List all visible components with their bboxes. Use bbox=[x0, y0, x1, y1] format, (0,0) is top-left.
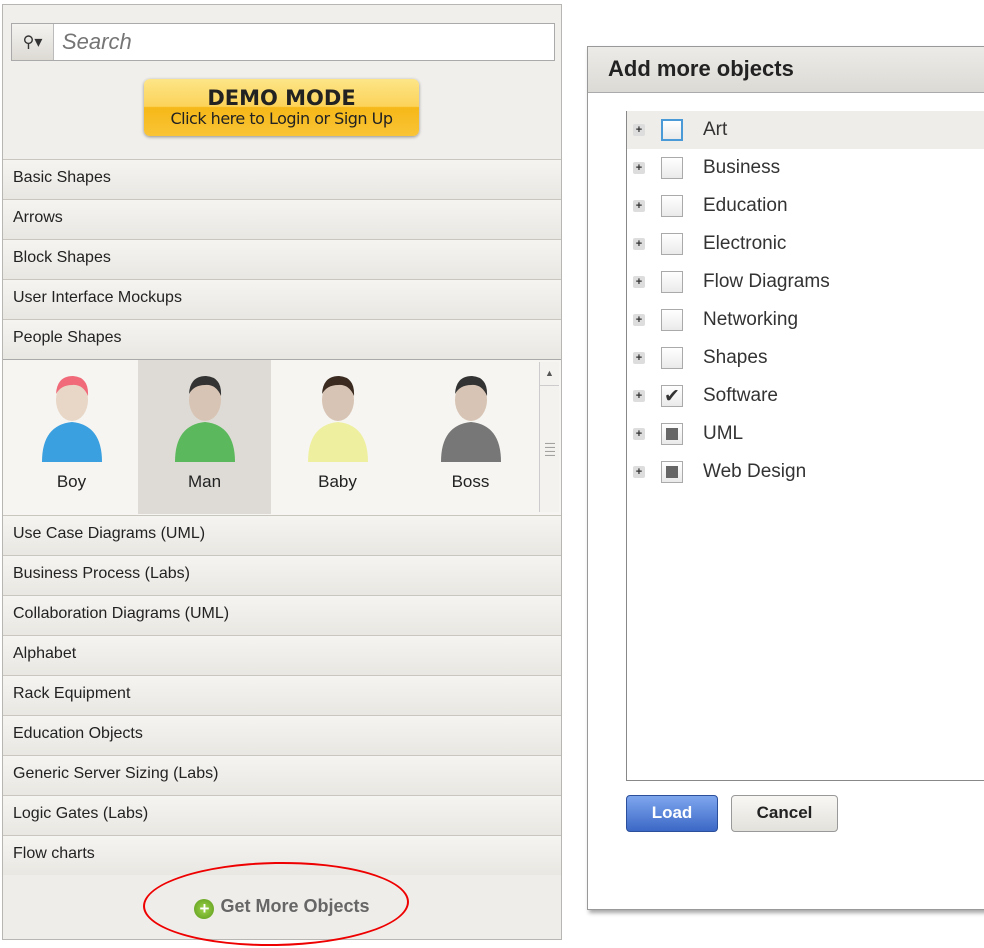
man-person-icon bbox=[174, 376, 235, 462]
baby-person-icon bbox=[307, 376, 368, 462]
shape-label: Man bbox=[187, 472, 222, 491]
expand-icon[interactable]: + bbox=[633, 390, 645, 402]
scroll-grip-icon[interactable]: — — — — bbox=[545, 439, 555, 461]
library-item[interactable]: + Shapes bbox=[627, 339, 984, 377]
shape-label: Baby bbox=[318, 472, 357, 491]
library-tree: + Art + Business + Education + Electronic + Flow … bbox=[626, 111, 984, 781]
library-checkbox[interactable] bbox=[661, 195, 683, 217]
expand-icon[interactable]: + bbox=[633, 314, 645, 326]
scroll-up-arrow-icon[interactable]: ▲ bbox=[540, 362, 559, 386]
library-checkbox[interactable]: ✔ bbox=[661, 385, 683, 407]
expand-icon[interactable]: + bbox=[633, 238, 645, 250]
library-checkbox[interactable] bbox=[661, 271, 683, 293]
library-item[interactable]: + Networking bbox=[627, 301, 984, 339]
library-item[interactable]: + Web Design bbox=[627, 453, 984, 491]
gallery-scrollbar[interactable]: ▲ — — — — bbox=[539, 362, 559, 512]
category-row[interactable]: Logic Gates (Labs) bbox=[3, 795, 561, 835]
search-input[interactable] bbox=[54, 24, 554, 60]
expand-icon[interactable]: + bbox=[633, 124, 645, 136]
shape-man[interactable]: Man bbox=[138, 360, 271, 514]
category-row[interactable]: Use Case Diagrams (UML) bbox=[3, 515, 561, 555]
library-item[interactable]: + Business bbox=[627, 149, 984, 187]
library-item[interactable]: + Flow Diagrams bbox=[627, 263, 984, 301]
load-button[interactable]: Load bbox=[626, 795, 718, 832]
shape-boy[interactable]: Boy bbox=[5, 360, 138, 514]
category-row[interactable]: User Interface Mockups bbox=[3, 279, 561, 319]
library-checkbox[interactable] bbox=[661, 347, 683, 369]
library-label: Art bbox=[703, 119, 728, 140]
get-more-label: Get More Objects bbox=[220, 896, 370, 916]
library-item[interactable]: + ✔ Software bbox=[627, 377, 984, 415]
library-label: Electronic bbox=[703, 233, 787, 254]
boss-person-icon bbox=[440, 376, 501, 462]
demo-title: DEMO MODE bbox=[207, 86, 356, 110]
shapes-panel: ⚲▾ DEMO MODE Click here to Login or Sign… bbox=[2, 4, 562, 940]
category-row[interactable]: Education Objects bbox=[3, 715, 561, 755]
add-icon: + bbox=[194, 899, 215, 919]
dialog-title: Add more objects bbox=[588, 47, 984, 93]
category-row[interactable]: Flow charts bbox=[3, 835, 561, 875]
demo-mode-button[interactable]: DEMO MODE Click here to Login or Sign Up bbox=[144, 79, 419, 136]
library-label: Shapes bbox=[703, 347, 768, 368]
shape-boss[interactable]: Boss bbox=[404, 360, 537, 514]
library-label: Web Design bbox=[703, 461, 807, 482]
library-label: Networking bbox=[703, 309, 799, 330]
library-item[interactable]: + Art bbox=[627, 111, 984, 149]
library-label: Business bbox=[703, 157, 781, 178]
library-label: Education bbox=[703, 195, 788, 216]
library-checkbox[interactable] bbox=[661, 461, 683, 483]
expand-icon[interactable]: + bbox=[633, 352, 645, 364]
library-item[interactable]: + Electronic bbox=[627, 225, 984, 263]
category-row[interactable]: Block Shapes bbox=[3, 239, 561, 279]
expand-icon[interactable]: + bbox=[633, 200, 645, 212]
expand-icon[interactable]: + bbox=[633, 276, 645, 288]
category-row[interactable]: Rack Equipment bbox=[3, 675, 561, 715]
library-label: Flow Diagrams bbox=[703, 271, 830, 292]
expand-icon[interactable]: + bbox=[633, 162, 645, 174]
demo-subtitle: Click here to Login or Sign Up bbox=[170, 109, 393, 128]
category-row[interactable]: Business Process (Labs) bbox=[3, 555, 561, 595]
category-row[interactable]: Collaboration Diagrams (UML) bbox=[3, 595, 561, 635]
category-row[interactable]: Alphabet bbox=[3, 635, 561, 675]
category-row[interactable]: Arrows bbox=[3, 199, 561, 239]
shape-baby[interactable]: Baby bbox=[271, 360, 404, 514]
library-item[interactable]: + UML bbox=[627, 415, 984, 453]
boy-person-icon bbox=[41, 376, 102, 462]
search-box: ⚲▾ bbox=[11, 23, 555, 61]
category-row[interactable]: Basic Shapes bbox=[3, 159, 561, 199]
get-more-objects-button[interactable]: + Get More Objects bbox=[3, 873, 561, 939]
search-dropdown-icon[interactable]: ⚲▾ bbox=[12, 24, 54, 60]
library-checkbox[interactable] bbox=[661, 157, 683, 179]
people-shapes-gallery: Boy Man Baby Boss ▲ — — — — bbox=[3, 359, 561, 515]
category-row[interactable]: Generic Server Sizing (Labs) bbox=[3, 755, 561, 795]
library-item[interactable]: + Education bbox=[627, 187, 984, 225]
shape-label: Boy bbox=[56, 472, 87, 491]
library-label: Software bbox=[703, 385, 778, 406]
library-label: UML bbox=[703, 423, 744, 444]
shape-label: Boss bbox=[451, 472, 490, 491]
library-checkbox[interactable] bbox=[661, 233, 683, 255]
expand-icon[interactable]: + bbox=[633, 428, 645, 440]
library-checkbox[interactable] bbox=[661, 309, 683, 331]
expand-icon[interactable]: + bbox=[633, 466, 645, 478]
category-row[interactable]: People Shapes bbox=[3, 319, 561, 359]
library-checkbox[interactable] bbox=[661, 119, 683, 141]
cancel-button[interactable]: Cancel bbox=[731, 795, 838, 832]
add-objects-dialog: Add more objects + Art + Business + Education… bbox=[587, 46, 984, 910]
library-checkbox[interactable] bbox=[661, 423, 683, 445]
